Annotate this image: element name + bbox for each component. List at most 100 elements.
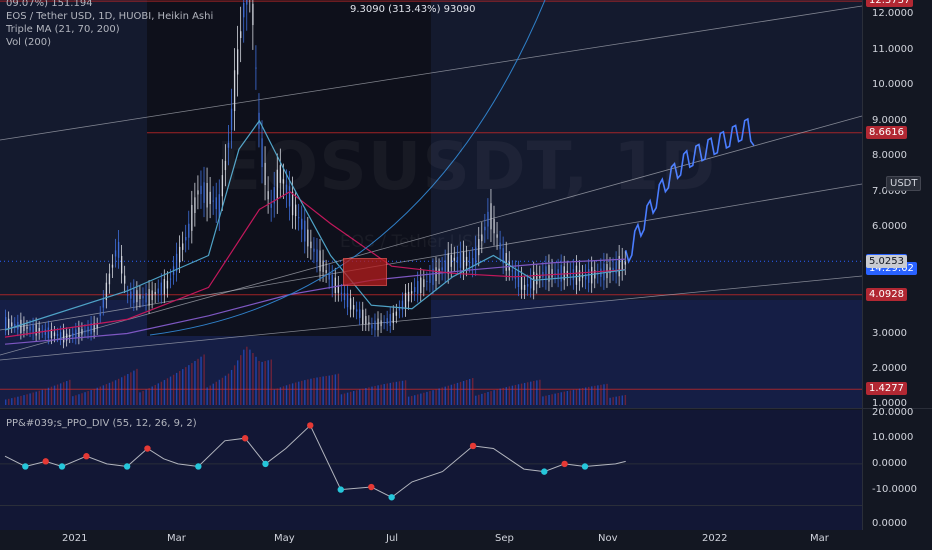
candle-body	[233, 70, 236, 112]
volume-bar	[514, 384, 517, 405]
candle-body	[35, 324, 37, 336]
volume-bar	[11, 398, 13, 405]
volume-bar	[410, 395, 413, 405]
volume-bar	[148, 388, 150, 405]
volume-bar	[572, 389, 575, 405]
candle-body	[99, 313, 101, 316]
candle-body	[505, 253, 507, 271]
candle-body	[484, 226, 486, 231]
currency-badge[interactable]: USDT	[886, 176, 922, 191]
candle-body	[87, 326, 89, 333]
volume-bar	[331, 375, 334, 405]
volume-bar	[395, 381, 398, 405]
candle-body	[517, 270, 520, 287]
volume-bar	[322, 376, 324, 405]
volume-bar	[398, 381, 401, 405]
candle-body	[377, 318, 379, 331]
volume-bar	[316, 377, 318, 405]
volume-bar	[127, 374, 129, 405]
volume-bar	[603, 384, 605, 405]
candle-body	[145, 292, 147, 303]
volume-bar	[453, 383, 456, 405]
candle-body	[206, 183, 208, 208]
volume-bar	[377, 385, 379, 405]
volume-bar	[151, 386, 153, 405]
volume-bar	[194, 360, 196, 405]
volume-bar	[487, 392, 489, 405]
candle-body	[66, 333, 68, 341]
main-chart[interactable]	[0, 0, 932, 550]
volume-bar	[291, 383, 294, 405]
volume-bar	[8, 398, 10, 405]
candle-body	[81, 329, 83, 335]
candle-body	[157, 288, 159, 294]
candle-body	[459, 252, 462, 268]
volume-bar	[511, 385, 514, 405]
volume-bar	[444, 386, 446, 405]
candle-body	[62, 330, 65, 343]
candle-body	[185, 237, 187, 241]
candle-body	[365, 316, 367, 325]
candle-body	[352, 305, 355, 310]
legend-ma[interactable]: Triple MA (21, 70, 200)	[6, 23, 213, 36]
candle-body	[111, 264, 114, 268]
x-tick-label: Sep	[495, 533, 514, 544]
volume-bar	[319, 376, 321, 405]
volume-bar	[255, 356, 257, 405]
volume-bar	[185, 367, 187, 405]
volume-bar	[612, 397, 614, 405]
candle-body	[96, 324, 98, 329]
volume-bar	[294, 382, 297, 405]
volume-bar	[130, 372, 132, 405]
volume-bar	[340, 394, 343, 405]
volume-bar	[426, 391, 428, 405]
osc-trough-dot	[337, 486, 344, 493]
volume-bar	[270, 359, 272, 405]
volume-bar	[591, 386, 593, 405]
volume-bar	[313, 378, 315, 405]
volume-bar	[157, 383, 160, 405]
y-tick-label: 2.0000	[872, 362, 907, 374]
candle-body	[374, 320, 376, 331]
candle-body	[530, 277, 532, 289]
volume-bar	[81, 393, 83, 405]
candle-body	[441, 267, 443, 271]
volume-bar	[517, 384, 520, 405]
osc-y-tick-label: 10.0000	[872, 432, 914, 444]
volume-bar	[56, 384, 59, 405]
candle-body	[26, 326, 28, 329]
oscillator-legend[interactable]: PP&#039;s_PPO_DIV (55, 12, 26, 9, 2)	[6, 418, 197, 429]
candle-body	[426, 281, 428, 283]
osc-peak-dot	[561, 460, 568, 468]
volume-bar	[560, 392, 562, 405]
volume-bar	[551, 394, 553, 405]
volume-bar	[41, 389, 44, 405]
volume-bar	[124, 375, 126, 405]
candle-body	[322, 260, 324, 272]
candle-body	[313, 248, 315, 252]
pattern-label[interactable]	[343, 258, 387, 286]
volume-bar	[407, 396, 410, 405]
candle-body	[209, 191, 211, 204]
legend-title[interactable]: EOS / Tether USD, 1D, HUOBI, Heikin Ashi	[6, 10, 213, 23]
candle-body	[316, 249, 318, 262]
volume-bar	[188, 365, 190, 405]
candle-body	[304, 220, 306, 242]
volume-bar	[462, 380, 465, 405]
volume-bar	[563, 391, 566, 405]
legend-vol[interactable]: Vol (200)	[6, 36, 213, 49]
volume-bar	[224, 375, 227, 405]
volume-bar	[575, 389, 578, 405]
volume-bar	[75, 395, 77, 405]
x-tick-label: Nov	[598, 533, 618, 544]
volume-bar	[285, 385, 288, 405]
volume-bar	[545, 395, 547, 405]
candle-body	[102, 298, 104, 308]
candle-body	[75, 329, 77, 339]
volume-bar	[32, 392, 34, 405]
volume-bar	[328, 375, 330, 405]
volume-bar	[102, 385, 105, 405]
volume-bar	[212, 383, 214, 405]
volume-bar	[624, 394, 627, 405]
osc-trough-dot	[123, 463, 131, 470]
